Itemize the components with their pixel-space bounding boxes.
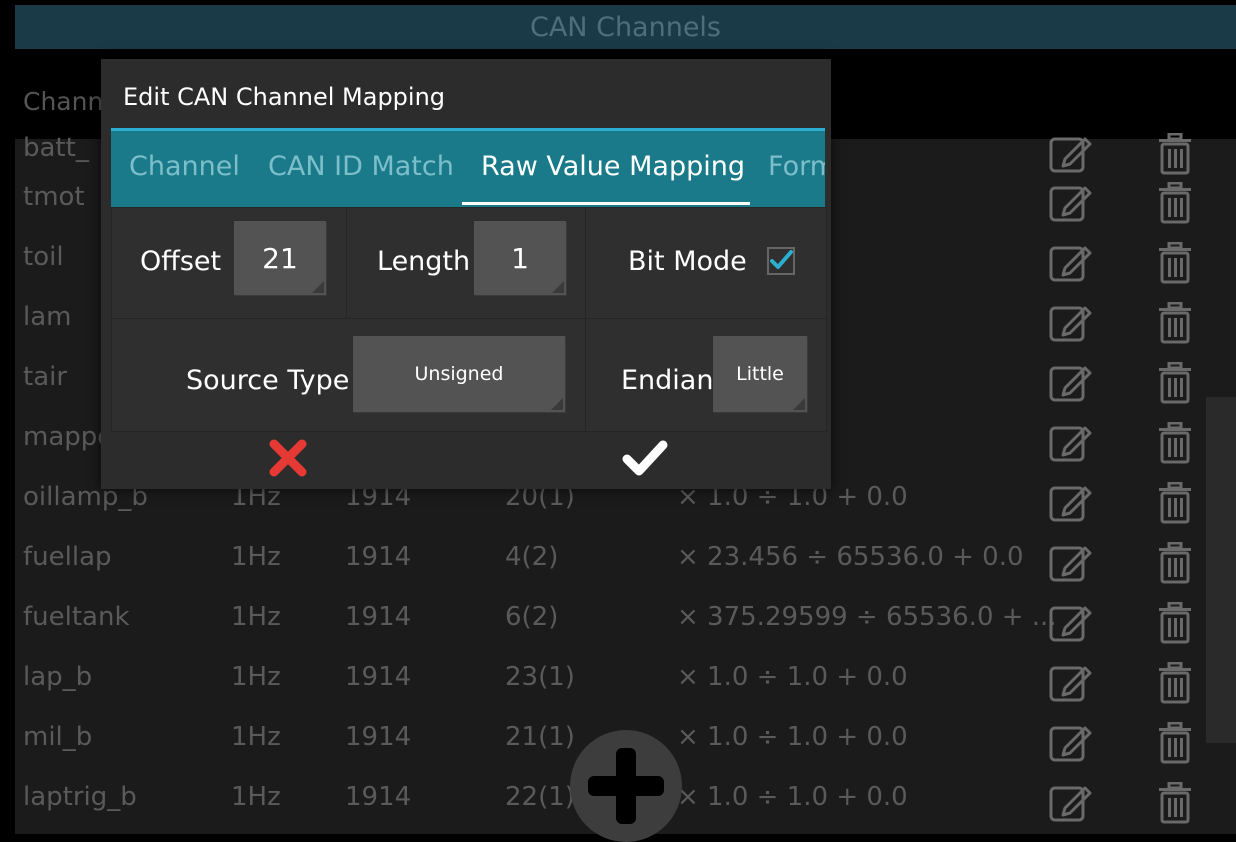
offset-value: 21 (262, 241, 298, 275)
conversion-formula: × 1.0 ÷ 1.0 + 0.0 (677, 782, 908, 812)
trash-icon[interactable] (1157, 241, 1193, 284)
channel-name: tmot (23, 182, 85, 212)
channel-name: lap_b (23, 662, 93, 692)
edit-icon[interactable] (1049, 722, 1093, 762)
corner-mark (551, 398, 563, 410)
edit-icon[interactable] (1049, 362, 1093, 402)
tab-format[interactable]: Form (768, 151, 825, 182)
tab-raw-value-mapping[interactable]: Raw Value Mapping (481, 151, 745, 182)
check-icon (622, 440, 668, 476)
channel-name: batt_ (23, 133, 89, 163)
trash-icon[interactable] (1157, 721, 1193, 764)
dialog-tabs: Channel CAN ID Match Raw Value Mapping F… (111, 131, 825, 207)
plus-icon-bar (588, 776, 664, 796)
endian-button[interactable]: Little (713, 336, 807, 412)
trash-icon[interactable] (1157, 541, 1193, 584)
conversion-formula: × 1.0 ÷ 1.0 + 0.0 (677, 662, 908, 692)
channel-name: tair (23, 362, 68, 392)
source-type-panel: Source Type Unsigned (111, 318, 586, 432)
edit-icon[interactable] (1049, 242, 1093, 282)
trash-icon[interactable] (1157, 481, 1193, 524)
edit-icon[interactable] (1049, 782, 1093, 822)
conversion-formula: × 23.456 ÷ 65536.0 + 0.0 (677, 542, 1024, 572)
trash-icon[interactable] (1157, 781, 1193, 824)
source-type-button[interactable]: Unsigned (353, 336, 565, 412)
conversion-formula: × 375.29599 ÷ 65536.0 + ... (677, 602, 1057, 632)
edit-mapping-dialog: Edit CAN Channel Mapping Channel CAN ID … (101, 59, 831, 489)
corner-mark (793, 398, 805, 410)
bit-mode-checkbox[interactable] (767, 247, 795, 275)
offset-length: 23(1) (505, 662, 575, 692)
channel-name: fuellap (23, 542, 112, 572)
tab-can-id-match[interactable]: CAN ID Match (268, 151, 454, 182)
edit-icon[interactable] (1049, 422, 1093, 462)
source-type-value: Unsigned (414, 363, 504, 385)
table-row: fuellap 1Hz 1914 4(2) × 23.456 ÷ 65536.0 + 0… (15, 530, 1236, 590)
channel-name: mappo (23, 422, 114, 452)
length-panel: Length 1 (346, 207, 586, 319)
trash-icon[interactable] (1157, 601, 1193, 644)
table-row: fueltank 1Hz 1914 6(2) × 375.29599 ÷ 65536.0… (15, 590, 1236, 650)
corner-mark (312, 281, 324, 293)
cancel-button[interactable] (267, 437, 309, 483)
channel-name: toil (23, 242, 64, 272)
channel-name: fueltank (23, 602, 130, 632)
sample-rate: 1Hz (231, 602, 281, 632)
endian-label: Endian (621, 365, 714, 396)
length-label: Length (377, 246, 471, 277)
corner-mark (552, 281, 564, 293)
screen-title: CAN Channels (15, 5, 1236, 49)
channel-name: laptrig_b (23, 782, 137, 812)
sample-rate: 1Hz (231, 542, 281, 572)
sample-rate: 1Hz (231, 722, 281, 752)
dialog-title: Edit CAN Channel Mapping (123, 83, 446, 111)
edit-icon[interactable] (1049, 542, 1093, 582)
trash-icon[interactable] (1157, 301, 1193, 344)
can-id: 1914 (345, 782, 412, 812)
channel-name: lam (23, 302, 72, 332)
channel-name: mil_b (23, 722, 93, 752)
offset-label: Offset (140, 246, 222, 277)
endian-value: Little (736, 363, 784, 385)
can-id: 1914 (345, 662, 412, 692)
edit-icon[interactable] (1049, 482, 1093, 522)
edit-icon[interactable] (1049, 602, 1093, 642)
trash-icon[interactable] (1157, 132, 1193, 175)
bit-mode-panel: Bit Mode (585, 207, 827, 319)
length-value-button[interactable]: 1 (474, 221, 566, 295)
endian-panel: Endian Little (585, 318, 827, 432)
confirm-button[interactable] (621, 437, 669, 483)
list-scrollbar[interactable] (1206, 397, 1236, 743)
length-value: 1 (511, 241, 529, 275)
add-channel-button[interactable] (570, 730, 682, 842)
table-row: lap_b 1Hz 1914 23(1) × 1.0 ÷ 1.0 + 0.0 (15, 650, 1236, 710)
trash-icon[interactable] (1157, 181, 1193, 224)
active-tab-indicator (462, 202, 750, 205)
sample-rate: 1Hz (231, 782, 281, 812)
close-icon (269, 439, 307, 477)
can-id: 1914 (345, 722, 412, 752)
offset-length: 22(1) (505, 782, 575, 812)
can-id: 1914 (345, 602, 412, 632)
bit-mode-label: Bit Mode (628, 246, 747, 277)
edit-icon[interactable] (1049, 182, 1093, 222)
sample-rate: 1Hz (231, 662, 281, 692)
tab-channel[interactable]: Channel (129, 151, 240, 182)
edit-icon[interactable] (1049, 302, 1093, 342)
offset-length: 21(1) (505, 722, 575, 752)
edit-icon[interactable] (1049, 133, 1093, 173)
trash-icon[interactable] (1157, 421, 1193, 464)
edit-icon[interactable] (1049, 662, 1093, 702)
offset-length: 6(2) (505, 602, 559, 632)
check-icon (770, 250, 793, 269)
trash-icon[interactable] (1157, 361, 1193, 404)
header-channel-label: Chann (23, 87, 104, 116)
can-id: 1914 (345, 542, 412, 572)
trash-icon[interactable] (1157, 661, 1193, 704)
conversion-formula: × 1.0 ÷ 1.0 + 0.0 (677, 722, 908, 752)
offset-panel: Offset 21 (111, 207, 347, 319)
offset-length: 4(2) (505, 542, 559, 572)
source-type-label: Source Type (186, 365, 350, 396)
offset-value-button[interactable]: 21 (234, 221, 326, 295)
